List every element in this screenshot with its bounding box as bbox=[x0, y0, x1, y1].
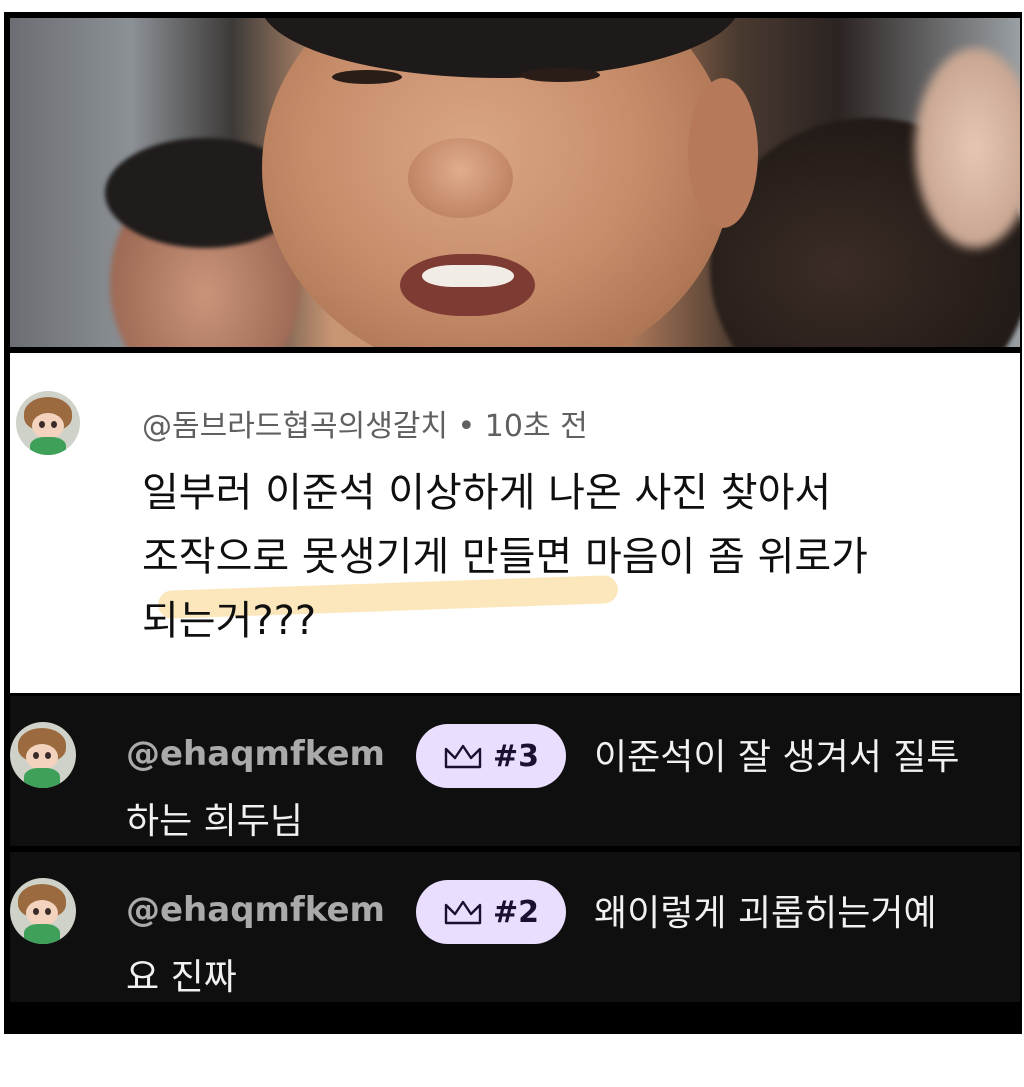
rank-badge[interactable]: #2 bbox=[416, 880, 566, 944]
comment-line: 되는거??? bbox=[142, 598, 317, 644]
reply-item: @ehaqmfkem #3 이준석이 잘 생겨서 질투 하는 희두님 bbox=[10, 696, 1020, 846]
main-ear bbox=[688, 78, 758, 228]
reply-text: 하는 희두님 bbox=[126, 801, 304, 842]
reply-text: 왜이렇게 괴롭히는거예 bbox=[594, 893, 937, 934]
nose bbox=[408, 138, 513, 218]
doll-avatar-icon[interactable] bbox=[10, 722, 76, 788]
doll-avatar-icon[interactable] bbox=[16, 391, 80, 455]
screenshot-frame: @돔브라드협곡의생갈치 • 10초 전 일부러 이준석 이상하게 나온 사진 찾… bbox=[4, 12, 1022, 1034]
crown-icon bbox=[444, 900, 482, 925]
reply-author[interactable]: @ehaqmfkem bbox=[126, 734, 385, 774]
comment-body: 일부러 이준석 이상하게 나온 사진 찾아서 조작으로 못생기게 만들면 마음이… bbox=[142, 461, 1002, 653]
rank-badge[interactable]: #3 bbox=[416, 724, 566, 788]
top-comment: @돔브라드협곡의생갈치 • 10초 전 일부러 이준석 이상하게 나온 사진 찾… bbox=[10, 353, 1020, 693]
comment-time[interactable]: 10초 전 bbox=[485, 409, 588, 444]
reply-item: @ehaqmfkem #2 왜이렇게 괴롭히는거예 요 진짜 bbox=[10, 852, 1020, 1002]
doll-avatar-icon[interactable] bbox=[10, 878, 76, 944]
crown-icon bbox=[444, 744, 482, 769]
rank-label: #2 bbox=[492, 894, 539, 930]
news-photo bbox=[10, 18, 1020, 347]
teeth bbox=[422, 265, 514, 287]
reply-text: 이준석이 잘 생겨서 질투 bbox=[594, 737, 960, 778]
left-eye bbox=[332, 70, 402, 84]
meta-separator: • bbox=[457, 409, 476, 444]
rank-label: #3 bbox=[492, 738, 539, 774]
reply-author[interactable]: @ehaqmfkem bbox=[126, 890, 385, 930]
comment-meta: @돔브라드협곡의생갈치 • 10초 전 bbox=[142, 401, 588, 445]
comment-line: 조작으로 못생기게 만들면 마음이 좀 위로가 bbox=[142, 534, 868, 580]
reply-text: 요 진짜 bbox=[126, 957, 237, 998]
right-eye bbox=[520, 68, 600, 82]
comment-line: 일부러 이준석 이상하게 나온 사진 찾아서 bbox=[142, 470, 832, 516]
comment-author[interactable]: @돔브라드협곡의생갈치 bbox=[142, 409, 448, 444]
